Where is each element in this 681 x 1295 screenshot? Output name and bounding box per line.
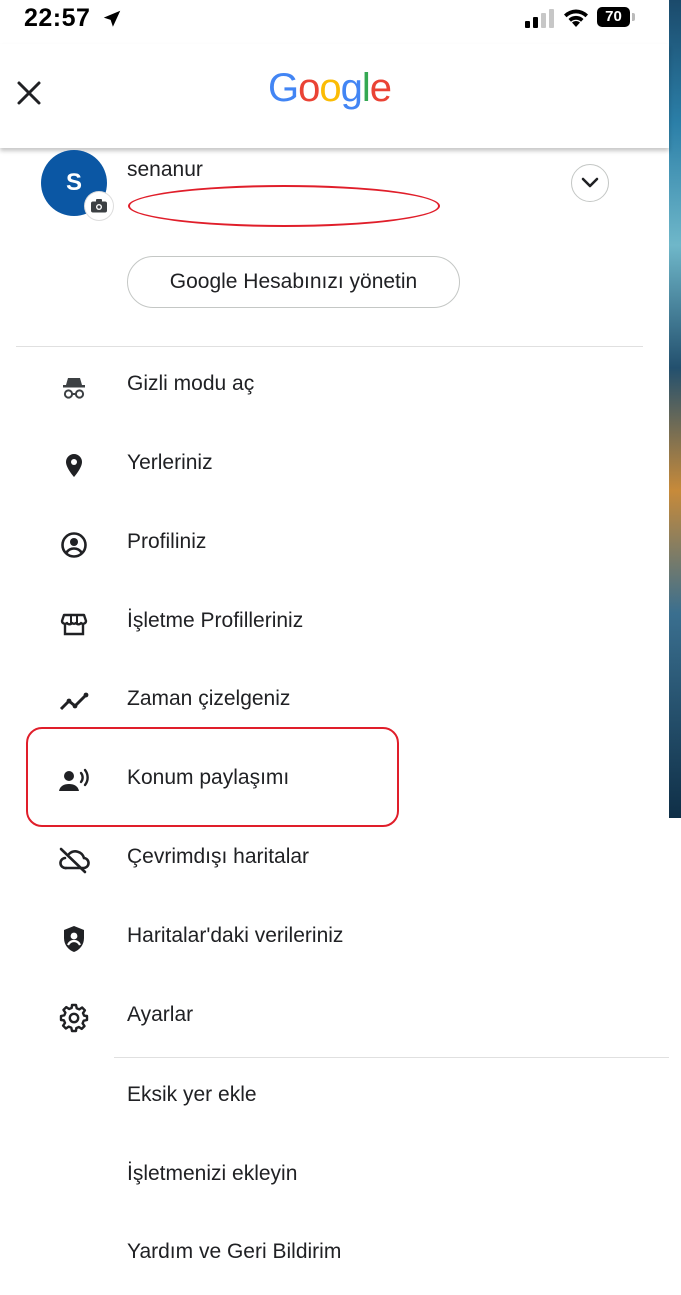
menu-item-your-data[interactable]: Haritalar'daki verileriniz	[0, 908, 669, 968]
divider	[114, 1057, 669, 1058]
cell-signal-icon	[525, 9, 554, 28]
incognito-icon	[56, 372, 92, 402]
menu-item-label: İşletmenizi ekleyin	[127, 1162, 298, 1185]
wifi-icon	[564, 9, 588, 27]
menu-item-timeline[interactable]: Zaman çizelgeniz	[0, 671, 669, 731]
menu-item-label: Profiliniz	[127, 530, 207, 553]
menu-item-label: Haritalar'daki verileriniz	[127, 924, 344, 947]
battery-level: 70	[597, 7, 630, 27]
battery-indicator: 70	[597, 7, 637, 27]
menu-item-business-profiles[interactable]: İşletme Profilleriniz	[0, 593, 669, 653]
menu-item-label: Çevrimdışı haritalar	[127, 845, 310, 868]
cloud-off-icon	[56, 845, 92, 875]
divider	[16, 346, 643, 347]
account-name: senanur	[127, 158, 203, 181]
account-circle-icon	[56, 530, 92, 560]
menu-item-label: İşletme Profilleriniz	[127, 609, 304, 632]
location-arrow-icon	[103, 10, 121, 27]
menu-item-settings[interactable]: Ayarlar	[0, 987, 669, 1047]
timeline-icon	[56, 687, 92, 717]
menu-item-label: Ayarlar	[127, 1003, 194, 1026]
close-icon[interactable]	[12, 76, 46, 110]
logo-letter: e	[369, 66, 392, 110]
menu-item-your-places[interactable]: Yerleriniz	[0, 435, 669, 495]
gear-icon	[56, 1003, 92, 1033]
menu-item-label: Gizli modu aç	[127, 372, 255, 395]
google-logo: Google	[268, 66, 392, 111]
chevron-down-icon	[581, 177, 599, 188]
email-redaction-mark	[128, 185, 440, 227]
menu-item-help-feedback[interactable]: Yardım ve Geri Bildirim	[0, 1224, 669, 1284]
menu-item-profile[interactable]: Profiliniz	[0, 514, 669, 574]
camera-icon[interactable]	[85, 192, 113, 220]
menu-item-add-missing-place[interactable]: Eksik yer ekle	[0, 1067, 669, 1127]
menu-item-label: Yerleriniz	[127, 451, 213, 474]
menu-item-label: Yardım ve Geri Bildirim	[127, 1240, 342, 1263]
shield-person-icon	[56, 924, 92, 954]
menu-item-incognito[interactable]: Gizli modu aç	[0, 356, 669, 416]
menu-item-label: Eksik yer ekle	[127, 1083, 257, 1106]
logo-letter: G	[268, 66, 299, 110]
menu-item-add-business[interactable]: İşletmenizi ekleyin	[0, 1146, 669, 1206]
side-menu-panel: 22:57 70 Google S senanur Google Hesabın…	[0, 0, 669, 1295]
logo-letter: g	[340, 66, 363, 110]
storefront-icon	[56, 609, 92, 639]
account-expand-button[interactable]	[571, 164, 609, 202]
wallpaper-strip	[669, 0, 681, 818]
status-time: 22:57	[24, 4, 91, 32]
annotation-highlight	[26, 727, 399, 827]
menu-item-offline-maps[interactable]: Çevrimdışı haritalar	[0, 829, 669, 889]
logo-letter: o	[298, 66, 320, 110]
menu-item-label: Zaman çizelgeniz	[127, 687, 291, 710]
logo-letter: l	[361, 66, 371, 110]
menu-header: Google	[0, 44, 669, 148]
logo-letter: o	[319, 66, 341, 110]
location-pin-icon	[56, 451, 92, 481]
manage-account-button[interactable]: Google Hesabınızı yönetin	[127, 256, 460, 308]
battery-cap	[632, 13, 635, 21]
